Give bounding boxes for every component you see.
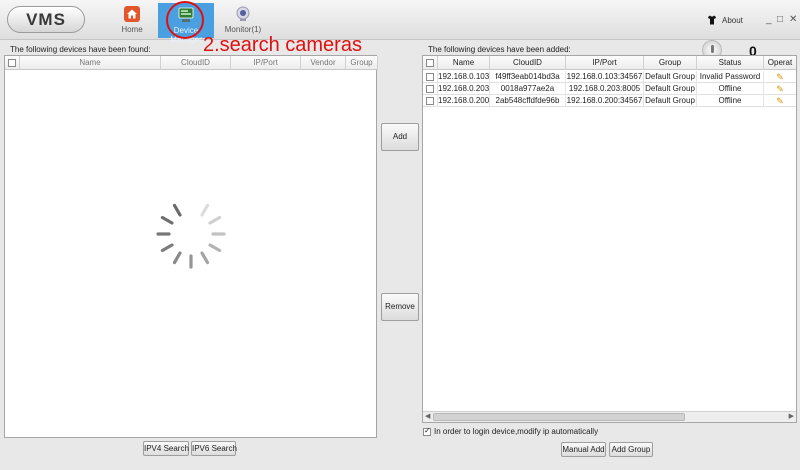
auto-modify-label: In order to login device,modify ip autom… (434, 427, 599, 436)
device-status: Invalid Password (697, 71, 764, 83)
added-devices-title: The following devices have been added: (428, 45, 571, 54)
edit-pencil-icon[interactable]: ✎ (776, 96, 784, 106)
nav-monitor-label: Monitor(1) (224, 25, 262, 34)
manual-add-button[interactable]: Manual Add (561, 442, 606, 457)
found-select-all[interactable] (5, 56, 20, 70)
device-cloudid: f49ff3eab014bd3a (490, 71, 566, 83)
column-header-name[interactable]: Name (20, 56, 161, 70)
column-header-name[interactable]: Name (438, 56, 490, 70)
scrollbar-thumb[interactable] (433, 413, 685, 421)
auto-modify-ip-checkbox[interactable]: In order to login device,modify ip autom… (423, 426, 599, 436)
ipv6-search-button[interactable]: IPV6 Search (191, 441, 237, 456)
select-all-checkbox[interactable] (426, 58, 434, 67)
annotation-circle (166, 1, 204, 39)
table-row[interactable]: 192.168.0.103 f49ff3eab014bd3a 192.168.0… (423, 71, 796, 83)
add-button[interactable]: Add (381, 123, 419, 151)
added-select-all[interactable] (423, 56, 438, 70)
home-icon (124, 6, 140, 22)
scroll-left-icon[interactable]: ◀ (425, 412, 430, 422)
shirt-icon (708, 15, 716, 25)
close-button[interactable]: ✕ (789, 14, 797, 25)
maximize-button[interactable]: □ (777, 14, 783, 25)
added-devices-table[interactable]: Name CloudID IP/Port Group Status Operat… (422, 55, 797, 423)
row-checkbox[interactable] (426, 84, 434, 93)
column-header-ipport[interactable]: IP/Port (231, 56, 301, 70)
device-ipport: 192.168.0.203:8005 (566, 83, 644, 95)
scroll-right-icon[interactable]: ▶ (789, 412, 794, 422)
device-name: 192.168.0.203 (438, 83, 490, 95)
device-group: Default Group (644, 83, 697, 95)
device-group: Default Group (644, 95, 697, 107)
annotation-text: 2.search cameras (203, 34, 362, 56)
column-header-cloudid[interactable]: CloudID (161, 56, 231, 70)
loading-spinner-icon (156, 199, 226, 269)
add-group-button[interactable]: Add Group (609, 442, 653, 457)
ipv4-search-button[interactable]: IPV4 Search (143, 441, 189, 456)
horizontal-scrollbar[interactable]: ◀ ▶ (423, 411, 796, 422)
column-header-vendor[interactable]: Vendor (301, 56, 346, 70)
column-header-operation[interactable]: Operat (764, 56, 796, 70)
app-logo: VMS (7, 6, 85, 33)
table-row[interactable]: 192.168.0.203 0018a977ae2a 192.168.0.203… (423, 83, 796, 95)
column-header-status[interactable]: Status (697, 56, 764, 70)
auto-modify-checkbox-box[interactable] (423, 426, 431, 436)
device-name: 192.168.0.200 (438, 95, 490, 107)
found-table-header: Name CloudID IP/Port Vendor Group (5, 56, 378, 70)
nav-home[interactable]: Home (112, 2, 152, 38)
added-table-header: Name CloudID IP/Port Group Status Operat (423, 56, 796, 70)
row-checkbox[interactable] (426, 96, 434, 105)
device-ipport: 192.168.0.200:34567 (566, 95, 644, 107)
device-cloudid: 2ab548cffdfde96b (490, 95, 566, 107)
nav-home-label: Home (121, 25, 143, 34)
top-bar: VMS Home Device Manager Monitor(1) About… (0, 0, 800, 44)
device-cloudid: 0018a977ae2a (490, 83, 566, 95)
device-group: Default Group (644, 71, 697, 83)
about-label: About (722, 16, 743, 25)
nav-monitor[interactable]: Monitor(1) (220, 2, 266, 38)
column-header-group[interactable]: Group (346, 56, 378, 70)
device-status: Offline (697, 83, 764, 95)
device-name: 192.168.0.103 (438, 71, 490, 83)
row-checkbox[interactable] (426, 72, 434, 81)
device-status: Offline (697, 95, 764, 107)
select-all-checkbox[interactable] (8, 58, 16, 67)
table-row[interactable]: 192.168.0.200 2ab548cffdfde96b 192.168.0… (423, 95, 796, 107)
minimize-button[interactable]: _ (766, 14, 772, 25)
column-header-ipport[interactable]: IP/Port (566, 56, 644, 70)
edit-pencil-icon[interactable]: ✎ (776, 72, 784, 82)
about-button[interactable]: About (707, 15, 743, 25)
monitor-icon (236, 6, 250, 21)
column-header-cloudid[interactable]: CloudID (490, 56, 566, 70)
found-devices-title: The following devices have been found: (10, 45, 151, 54)
column-header-group[interactable]: Group (644, 56, 697, 70)
edit-pencil-icon[interactable]: ✎ (776, 84, 784, 94)
device-ipport: 192.168.0.103:34567 (566, 71, 644, 83)
remove-button[interactable]: Remove (381, 293, 419, 321)
